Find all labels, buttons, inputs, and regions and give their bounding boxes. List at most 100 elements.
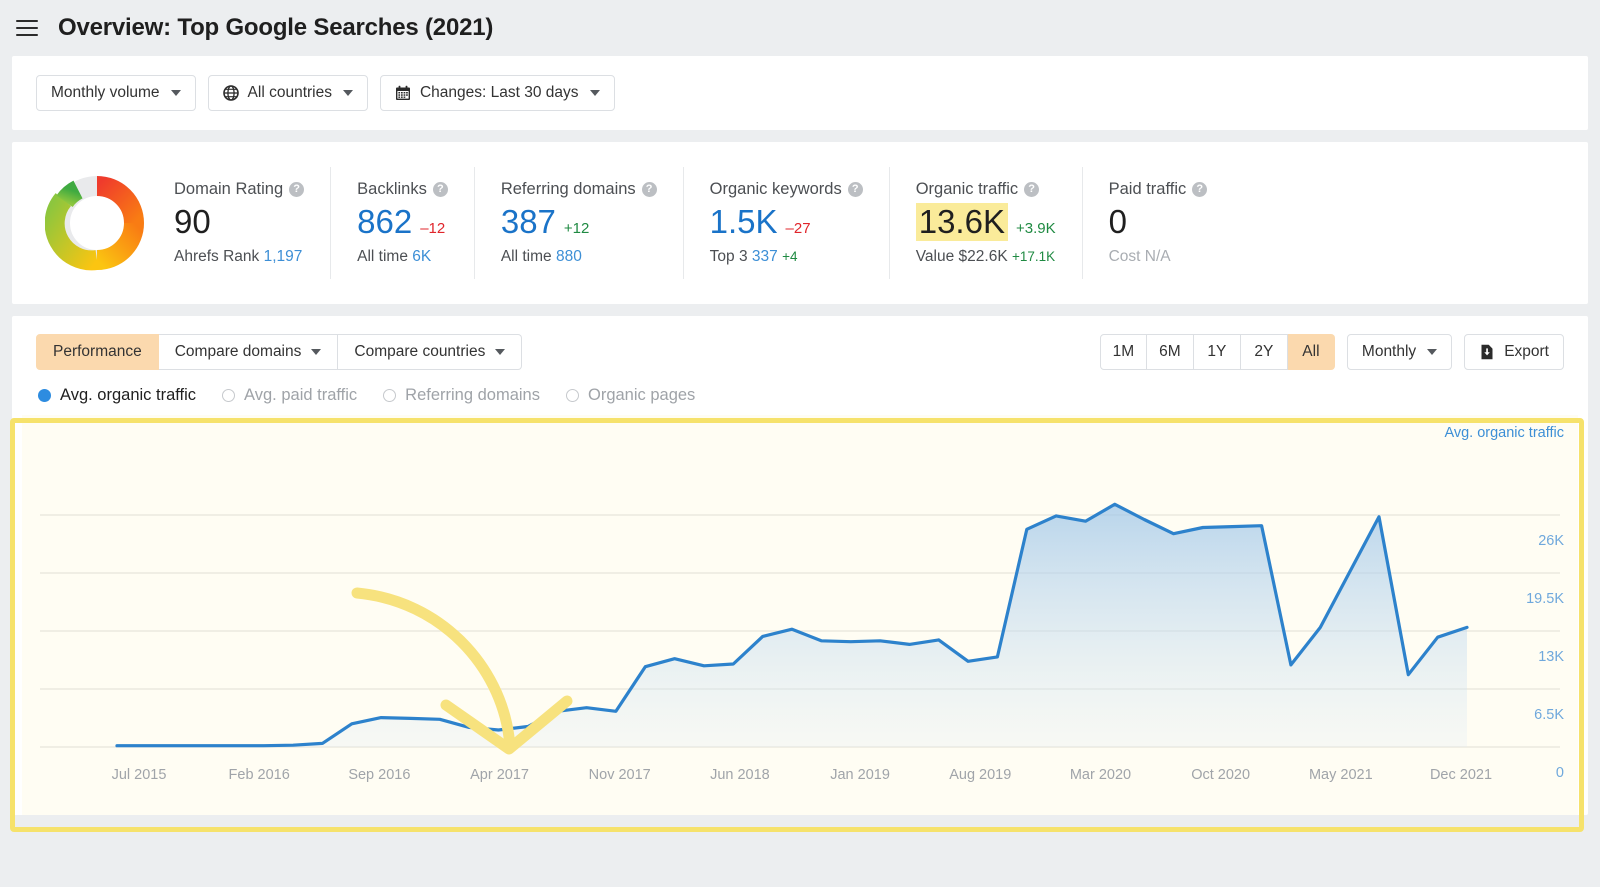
radio-selected-icon xyxy=(38,389,51,402)
metric-referring-domains-sub: All time 880 xyxy=(501,248,657,266)
y-axis-tick: 26K xyxy=(1538,533,1564,549)
sub-value[interactable]: 1,197 xyxy=(264,248,303,265)
tab-compare-domains[interactable]: Compare domains xyxy=(159,334,339,370)
sub-label: Value xyxy=(916,248,955,265)
filter-monthly-volume[interactable]: Monthly volume xyxy=(36,75,196,111)
help-icon[interactable]: ? xyxy=(642,182,657,197)
x-axis-tick: Aug 2019 xyxy=(949,767,1011,783)
filter-monthly-volume-label: Monthly volume xyxy=(51,84,160,102)
metric-backlinks: Backlinks ? 862 –12 All time 6K xyxy=(330,167,474,279)
x-axis-tick: Apr 2017 xyxy=(470,767,529,783)
range-1m[interactable]: 1M xyxy=(1100,334,1147,370)
x-axis-tick: Nov 2017 xyxy=(589,767,651,783)
metric-backlinks-sub: All time 6K xyxy=(357,248,448,266)
range-1y-label: 1Y xyxy=(1207,343,1226,361)
metric-organic-keywords: Organic keywords ? 1.5K –27 Top 3 337 +4 xyxy=(683,167,889,279)
tab-performance[interactable]: Performance xyxy=(36,334,159,370)
x-axis-tick: May 2021 xyxy=(1309,767,1373,783)
help-icon[interactable]: ? xyxy=(848,182,863,197)
tab-compare-domains-label: Compare domains xyxy=(175,343,302,361)
help-icon[interactable]: ? xyxy=(1192,182,1207,197)
metric-organic-traffic-label: Organic traffic ? xyxy=(916,180,1056,199)
performance-chart-panel: Performance Compare domains Compare coun… xyxy=(12,316,1588,815)
metric-referring-domains: Referring domains ? 387 +12 All time 880 xyxy=(474,167,683,279)
granularity-selector[interactable]: Monthly xyxy=(1347,334,1452,370)
export-button[interactable]: Export xyxy=(1464,334,1564,370)
metric-organic-traffic-delta: +3.9K xyxy=(1016,220,1056,237)
metric-backlinks-label: Backlinks ? xyxy=(357,180,448,199)
radio-unselected-icon xyxy=(222,389,235,402)
metric-domain-rating-label: Domain Rating ? xyxy=(174,180,304,199)
y-axis-tick: 19.5K xyxy=(1526,591,1564,607)
range-1y[interactable]: 1Y xyxy=(1194,334,1241,370)
download-file-icon xyxy=(1479,344,1495,360)
metric-organic-traffic-value[interactable]: 13.6K xyxy=(916,203,1008,241)
legend-organic-pages[interactable]: Organic pages xyxy=(566,386,695,405)
sub-label: Top 3 xyxy=(710,248,748,265)
filter-all-countries[interactable]: All countries xyxy=(208,75,368,111)
legend-avg-organic-traffic[interactable]: Avg. organic traffic xyxy=(38,386,196,405)
metric-organic-traffic-sub: Value $22.6K +17.1K xyxy=(916,248,1056,266)
legend-avg-paid-traffic[interactable]: Avg. paid traffic xyxy=(222,386,357,405)
chevron-down-icon xyxy=(311,349,321,355)
filter-bar-panel: Monthly volume All countries xyxy=(12,56,1588,130)
granularity-label: Monthly xyxy=(1362,343,1416,361)
metric-backlinks-delta: –12 xyxy=(420,220,445,237)
chevron-down-icon xyxy=(590,90,600,96)
legend-avg-organic-traffic-label: Avg. organic traffic xyxy=(60,386,196,405)
chart-right-tools: 1M 6M 1Y 2Y All Monthly Export xyxy=(1100,334,1564,370)
range-selector: 1M 6M 1Y 2Y All xyxy=(1100,334,1335,370)
help-icon[interactable]: ? xyxy=(289,182,304,197)
range-all[interactable]: All xyxy=(1288,334,1335,370)
domain-rating-gauge xyxy=(38,171,156,275)
sub-label: All time xyxy=(501,248,552,265)
metric-backlinks-value[interactable]: 862 xyxy=(357,203,412,241)
range-6m[interactable]: 6M xyxy=(1147,334,1194,370)
chart-tabs: Performance Compare domains Compare coun… xyxy=(36,334,522,370)
metric-label-text: Domain Rating xyxy=(174,180,283,199)
help-icon[interactable]: ? xyxy=(433,182,448,197)
sub-label: Ahrefs Rank xyxy=(174,248,259,265)
metric-paid-traffic-value: 0 xyxy=(1109,203,1127,241)
tab-compare-countries-label: Compare countries xyxy=(354,343,485,361)
metric-paid-traffic: Paid traffic ? 0 Cost N/A xyxy=(1082,167,1234,279)
help-icon[interactable]: ? xyxy=(1024,182,1039,197)
metric-label-text: Backlinks xyxy=(357,180,427,199)
metrics-row: Domain Rating ? 90 Ahrefs Rank 1,197 Bac… xyxy=(12,142,1588,304)
tab-performance-label: Performance xyxy=(53,343,142,361)
metric-paid-traffic-sub: Cost N/A xyxy=(1109,248,1208,266)
legend-referring-domains-label: Referring domains xyxy=(405,386,540,405)
y-axis-tick: 6.5K xyxy=(1534,707,1564,723)
filter-changes-range[interactable]: Changes: Last 30 days xyxy=(380,75,615,111)
performance-chart[interactable]: Avg. organic traffic 06.5K13K19.5K26K Ju… xyxy=(22,415,1578,815)
metric-referring-domains-value[interactable]: 387 xyxy=(501,203,556,241)
metric-organic-keywords-value[interactable]: 1.5K xyxy=(710,203,778,241)
sub-value[interactable]: 6K xyxy=(412,248,431,265)
range-all-label: All xyxy=(1302,343,1319,361)
metric-referring-domains-delta: +12 xyxy=(564,220,589,237)
sub-delta: +17.1K xyxy=(1012,249,1055,264)
radio-unselected-icon xyxy=(566,389,579,402)
page-title: Overview: Top Google Searches (2021) xyxy=(58,14,493,42)
sub-value[interactable]: 880 xyxy=(556,248,582,265)
filter-all-countries-label: All countries xyxy=(248,84,332,102)
chart-plot-area[interactable] xyxy=(22,415,1578,815)
metric-organic-traffic: Organic traffic ? 13.6K +3.9K Value $22.… xyxy=(889,167,1082,279)
sub-label: All time xyxy=(357,248,408,265)
calendar-icon xyxy=(395,85,411,101)
hamburger-icon[interactable] xyxy=(14,17,40,39)
tab-compare-countries[interactable]: Compare countries xyxy=(338,334,522,370)
y-axis-series-label: Avg. organic traffic xyxy=(1444,425,1564,441)
filter-bar: Monthly volume All countries xyxy=(12,56,1588,130)
sub-value[interactable]: 337 xyxy=(752,248,778,265)
y-axis-tick: 0 xyxy=(1556,765,1564,781)
range-2y[interactable]: 2Y xyxy=(1241,334,1288,370)
sub-value: N/A xyxy=(1145,248,1171,265)
metric-label-text: Paid traffic xyxy=(1109,180,1187,199)
metric-organic-keywords-sub: Top 3 337 +4 xyxy=(710,248,863,266)
chart-toolbar: Performance Compare domains Compare coun… xyxy=(12,316,1588,370)
range-2y-label: 2Y xyxy=(1254,343,1273,361)
legend-avg-paid-traffic-label: Avg. paid traffic xyxy=(244,386,357,405)
metric-organic-keywords-label: Organic keywords ? xyxy=(710,180,863,199)
legend-referring-domains[interactable]: Referring domains xyxy=(383,386,540,405)
